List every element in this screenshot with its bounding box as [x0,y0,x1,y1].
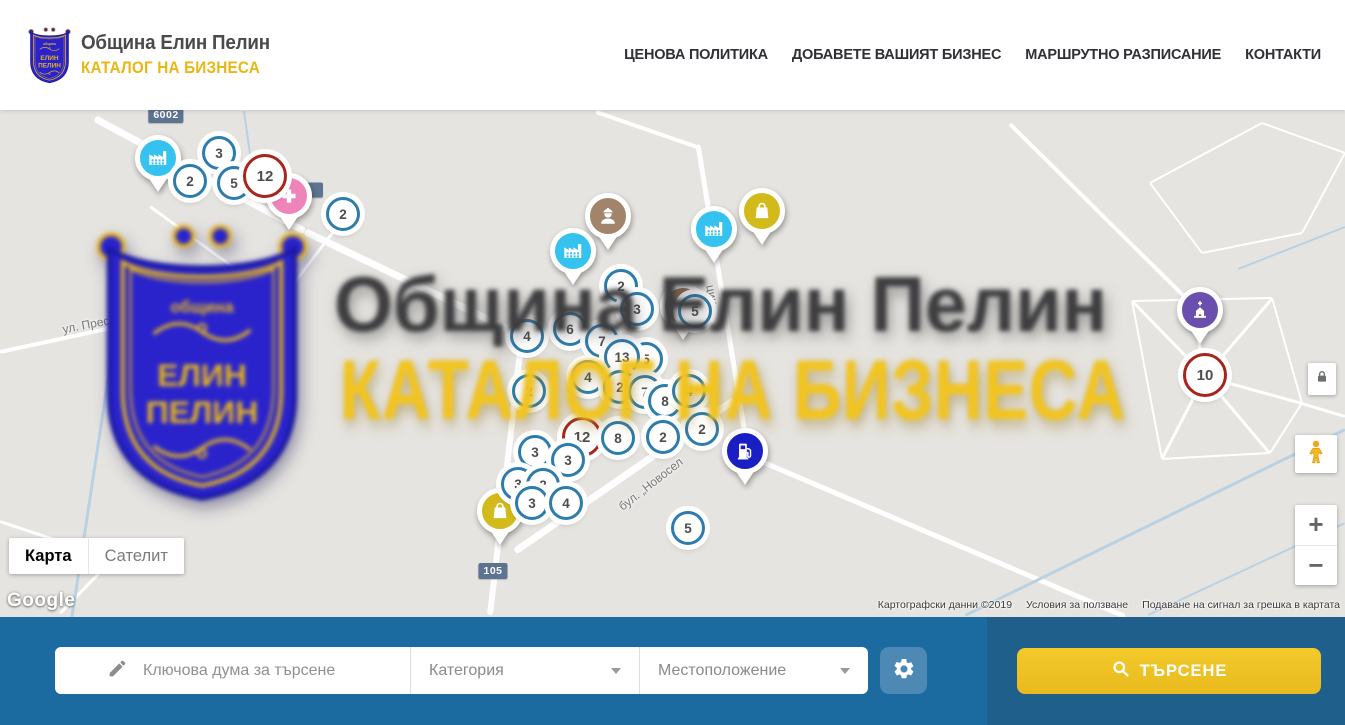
lock-icon [1314,369,1330,390]
street-view-lock-button[interactable] [1308,363,1336,395]
gear-icon [892,657,916,684]
cluster-marker[interactable]: 2 [173,164,207,198]
cluster-marker[interactable]: 3 [551,443,585,477]
nav-item-add-business[interactable]: ДОБАВЕТЕ ВАШИЯТ БИЗНЕС [792,47,1001,63]
cluster-marker[interactable]: 12 [243,154,287,198]
map-pin-worker[interactable] [585,193,631,239]
road-line [1301,153,1345,234]
nav-item-contacts[interactable]: КОНТАКТИ [1245,47,1321,63]
cluster-marker[interactable]: 2 [646,420,680,454]
keyword-search-input[interactable] [141,661,355,681]
road-line [1150,122,1263,184]
cluster-marker[interactable]: 4 [571,360,605,394]
brand-subtitle: КАТАЛОГ НА БИЗНЕСА [81,58,262,78]
cluster-marker[interactable]: 4 [672,374,706,408]
map-type-satellite-button[interactable]: Сателит [88,538,184,574]
road-line [1131,301,1163,459]
pencil-icon [107,658,128,684]
cluster-marker[interactable]: 6 [553,312,587,346]
map-canvas[interactable]: община ЕЛИН ПЕЛИН Община Елин Пелин КАТА… [0,110,1345,617]
cluster-marker[interactable]: 3 [620,292,654,326]
brand-title: Община Елин Пелин [81,32,270,55]
search-icon [1111,659,1130,683]
nav-item-pricing[interactable]: ЦЕНОВА ПОЛИТИКА [624,47,768,63]
cluster-marker[interactable]: 2 [512,374,546,408]
cluster-marker[interactable]: 5 [671,511,705,545]
road-line [1009,123,1193,305]
map-pin-fuel[interactable] [722,428,768,474]
road-line [744,452,1126,617]
road-line [1302,402,1345,417]
cluster-marker[interactable]: 5 [678,294,712,328]
svg-text:ПЕЛИН: ПЕЛИН [146,394,259,430]
search-field-group: Категория Местоположение [55,647,868,694]
cluster-marker[interactable]: 3 [202,136,236,170]
chevron-down-icon [840,668,850,674]
cluster-marker[interactable]: 4 [510,319,544,353]
search-button-label: ТЪРСЕНЕ [1140,662,1228,681]
site-header: община ЕЛИН ПЕЛИН Община Елин Пелин КАТА… [0,0,1345,110]
road-line [1271,298,1303,404]
page-root: община ЕЛИН ПЕЛИН Община Елин Пелин КАТА… [0,0,1345,725]
river-line [964,428,1345,616]
zoom-control: + − [1295,505,1337,585]
category-select[interactable]: Категория [410,647,639,694]
map-pin-factory[interactable] [691,206,737,252]
street-name-label: бул. „Новосел [616,455,686,514]
search-bar: Категория Местоположение ТЪРСЕНЕ [0,617,1345,725]
municipality-crest-icon: община ЕЛИН ПЕЛИН [26,25,73,84]
advanced-search-gear-button[interactable] [880,647,927,694]
road-line [1162,452,1270,460]
zoom-out-button[interactable]: − [1295,546,1337,586]
road-line [1262,122,1345,154]
attribution-report-link[interactable]: Подаване на сигнал за грешка в картата [1142,599,1340,611]
map-attribution: Картографски данни ©2019 Условия за полз… [878,599,1340,611]
cluster-marker[interactable]: 2 [326,197,360,231]
cluster-marker[interactable]: 10 [1183,353,1227,397]
site-logo[interactable]: община ЕЛИН ПЕЛИН Община Елин Пелин КАТА… [26,25,282,84]
map-type-map-button[interactable]: Карта [9,538,88,574]
map-type-control: Карта Сателит [9,538,184,574]
river-line [1238,226,1345,270]
chevron-down-icon [611,668,621,674]
svg-text:ЕЛИН: ЕЛИН [157,357,247,393]
keyword-section [55,647,410,694]
map-pin-church[interactable] [1177,287,1223,333]
pegman-button[interactable] [1295,435,1337,473]
attribution-data: Картографски данни ©2019 [878,599,1012,611]
cluster-marker[interactable]: 8 [601,421,635,455]
main-nav: ЦЕНОВА ПОЛИТИКА ДОБАВЕТЕ ВАШИЯТ БИЗНЕС М… [624,0,1321,110]
category-select-label: Категория [429,662,504,680]
cluster-marker[interactable]: 3 [518,435,552,469]
attribution-terms-link[interactable]: Условия за ползване [1026,599,1128,611]
map-pin-bag[interactable] [739,188,785,234]
nav-item-route-schedule[interactable]: МАРШРУТНО РАЗПИСАНИЕ [1025,47,1221,63]
road-shield-label: 105 [478,563,507,579]
road-line [303,228,523,338]
google-logo[interactable]: Google [7,590,75,612]
pegman-icon [1303,439,1329,470]
svg-text:ПЕЛИН: ПЕЛИН [38,62,61,69]
road-line [1149,182,1203,253]
road-line [149,205,281,302]
road-line [595,110,700,150]
cluster-marker[interactable]: 3 [515,486,549,520]
zoom-in-button[interactable]: + [1295,505,1337,546]
watermark-crest-logo: община ЕЛИН ПЕЛИН [86,214,318,504]
road-shield-label: 6002 [148,110,183,123]
search-submit-button[interactable]: ТЪРСЕНЕ [1017,648,1321,694]
location-select[interactable]: Местоположение [639,647,868,694]
cluster-marker[interactable]: 2 [685,412,719,446]
svg-text:община: община [43,42,56,46]
svg-text:ЕЛИН: ЕЛИН [40,55,58,62]
location-select-label: Местоположение [658,662,786,680]
cluster-marker[interactable]: 4 [549,486,583,520]
